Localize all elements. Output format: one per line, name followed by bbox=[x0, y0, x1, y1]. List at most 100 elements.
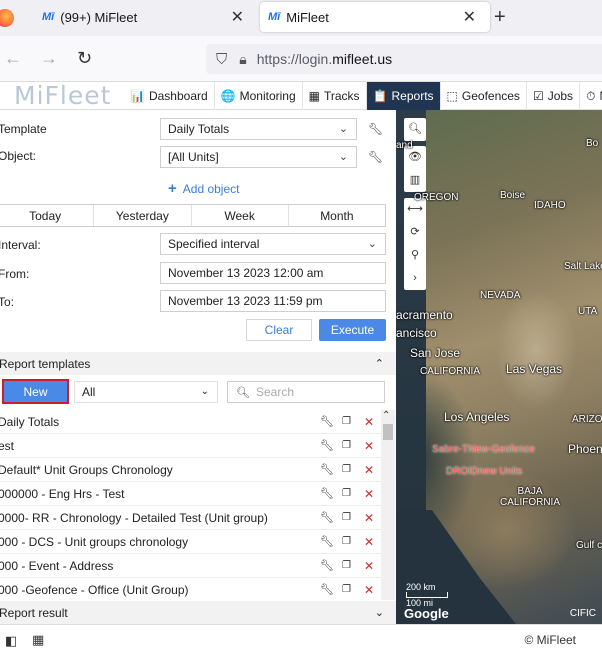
geofence-label[interactable]: Sabre-TNew-Geofence bbox=[432, 444, 535, 455]
wrench-icon[interactable]: 🔧︎ bbox=[368, 150, 383, 164]
firefox-logo-icon[interactable] bbox=[0, 9, 14, 27]
menu-dashboard[interactable]: 📊 Dashboard bbox=[124, 82, 215, 110]
menu-geofences[interactable]: ⬚ Geofences bbox=[441, 82, 527, 110]
shield-icon[interactable]: ⛉ bbox=[216, 51, 227, 68]
object-label: Object: bbox=[0, 149, 37, 163]
template-search-input[interactable]: 🔍︎ Search bbox=[227, 381, 385, 403]
list-item[interactable]: 000 - Event - Address 🔧︎ ❐ ✕ bbox=[0, 554, 381, 578]
copy-icon[interactable]: ❐ bbox=[342, 464, 351, 475]
execute-button[interactable]: Execute bbox=[319, 319, 386, 341]
main-menu: 📊 Dashboard 🌐 Monitoring ▦ Tracks 📋 Reports … bbox=[124, 82, 602, 110]
delete-icon[interactable]: ✕ bbox=[364, 511, 374, 525]
route-icon[interactable]: ⟳ bbox=[404, 221, 426, 244]
template-list: Daily Totals 🔧︎ ❐ ✕ est 🔧︎ ❐ ✕ Default* … bbox=[0, 410, 396, 600]
template-select[interactable]: Daily Totals ⌄ bbox=[160, 118, 357, 140]
list-item[interactable]: 0000- RR - Chronology - Detailed Test (U… bbox=[0, 506, 381, 530]
wrench-icon[interactable]: 🔧︎ bbox=[320, 559, 334, 572]
back-arrow-icon[interactable]: ← bbox=[4, 48, 22, 69]
delete-icon[interactable]: ✕ bbox=[364, 487, 374, 501]
report-result-header[interactable]: Report result ⌄ bbox=[0, 601, 396, 624]
brand-logo[interactable]: MiFleet bbox=[14, 82, 111, 110]
map-label: Salt Lake bbox=[564, 261, 602, 272]
scroll-thumb[interactable] bbox=[383, 424, 393, 440]
reload-icon[interactable]: ↻ bbox=[77, 48, 92, 69]
clear-button[interactable]: Clear bbox=[246, 319, 312, 341]
map-scale: 200 km 100 mi bbox=[406, 582, 448, 608]
wrench-icon[interactable]: 🔧︎ bbox=[320, 463, 334, 476]
menu-notifications[interactable]: ⏱No bbox=[580, 82, 602, 110]
forward-arrow-icon[interactable]: → bbox=[40, 48, 58, 69]
wrench-icon[interactable]: 🔧︎ bbox=[320, 487, 334, 500]
copy-icon[interactable]: ❐ bbox=[342, 584, 351, 595]
url-bar[interactable]: ⛉ 🔒︎ https://login.mifleet.us bbox=[206, 44, 602, 74]
map-label: OREGON bbox=[414, 192, 459, 203]
wrench-icon[interactable]: 🔧︎ bbox=[320, 511, 334, 524]
to-label: To: bbox=[0, 295, 15, 309]
delete-icon[interactable]: ✕ bbox=[364, 535, 374, 549]
list-item[interactable]: Default* Unit Groups Chronology 🔧︎ ❐ ✕ bbox=[0, 458, 381, 482]
delete-icon[interactable]: ✕ bbox=[364, 415, 374, 429]
delete-icon[interactable]: ✕ bbox=[364, 439, 374, 453]
lock-icon[interactable]: 🔒︎ bbox=[239, 51, 246, 68]
grid-icon[interactable]: ▦ bbox=[32, 632, 44, 648]
menu-tracks[interactable]: ▦ Tracks bbox=[303, 82, 367, 110]
list-item[interactable]: 000 - DCS - Unit groups chronology 🔧︎ ❐ … bbox=[0, 530, 381, 554]
browser-tab-2[interactable]: Mī MiFleet ✕ bbox=[260, 2, 490, 32]
interval-select[interactable]: Specified interval ⌄ bbox=[160, 233, 386, 255]
menu-jobs[interactable]: ☑ Jobs bbox=[527, 82, 581, 110]
list-item[interactable]: 000 -Geofence - Office (Unit Group) 🔧︎ ❐… bbox=[0, 578, 381, 600]
copy-icon[interactable]: ❐ bbox=[342, 440, 351, 451]
menu-reports[interactable]: 📋 Reports bbox=[366, 82, 441, 110]
footer-copyright: © MiFleet bbox=[524, 633, 576, 647]
from-date-input[interactable]: November 13 2023 12:00 am bbox=[160, 262, 386, 284]
to-date-input[interactable]: November 13 2023 11:59 pm bbox=[160, 290, 386, 312]
copy-icon[interactable]: ❐ bbox=[342, 416, 351, 427]
geofence-label[interactable]: DROIDnew Units bbox=[446, 466, 522, 477]
map-label: Bo bbox=[586, 138, 599, 149]
delete-icon[interactable]: ✕ bbox=[364, 559, 374, 573]
pins-icon[interactable]: ⚲ bbox=[404, 244, 426, 267]
period-week[interactable]: Week bbox=[192, 205, 289, 226]
list-item[interactable]: 000000 - Eng Hrs - Test 🔧︎ ❐ ✕ bbox=[0, 482, 381, 506]
period-today[interactable]: Today bbox=[0, 205, 95, 226]
map-search-control[interactable]: 🔍︎ bbox=[404, 118, 426, 141]
map-label: Boise bbox=[500, 190, 526, 201]
copy-icon[interactable]: ❐ bbox=[342, 536, 351, 547]
browser-tab-1[interactable]: Mī (99+) MiFleet ✕ bbox=[28, 0, 258, 34]
template-list-scrollbar[interactable]: ⌃ bbox=[381, 410, 395, 600]
wrench-icon[interactable]: 🔧︎ bbox=[368, 122, 383, 136]
delete-icon[interactable]: ✕ bbox=[364, 583, 374, 597]
map-label: UTA bbox=[578, 306, 598, 317]
period-yesterday[interactable]: Yesterday bbox=[94, 205, 192, 226]
template-label: Template bbox=[0, 122, 47, 136]
report-templates-header[interactable]: Report templates ⌃ bbox=[0, 352, 396, 375]
template-filter-select[interactable]: All ⌄ bbox=[74, 381, 218, 403]
list-item[interactable]: est 🔧︎ ❐ ✕ bbox=[0, 434, 381, 458]
copy-icon[interactable]: ❐ bbox=[342, 488, 351, 499]
chevron-right-icon[interactable]: › bbox=[404, 267, 426, 290]
new-tab-button[interactable]: + bbox=[494, 6, 506, 29]
copy-icon[interactable]: ❐ bbox=[342, 560, 351, 571]
delete-icon[interactable]: ✕ bbox=[364, 463, 374, 477]
scroll-up-icon[interactable]: ⌃ bbox=[382, 410, 390, 421]
object-select[interactable]: [All Units] ⌄ bbox=[160, 146, 357, 168]
wrench-icon[interactable]: 🔧︎ bbox=[320, 535, 334, 548]
period-month[interactable]: Month bbox=[289, 205, 385, 226]
wrench-icon[interactable]: 🔧︎ bbox=[320, 583, 334, 596]
panel-toggle-icon[interactable]: ◧ bbox=[5, 633, 17, 649]
geofences-icon: ⬚ bbox=[446, 89, 458, 103]
copy-icon[interactable]: ❐ bbox=[342, 512, 351, 523]
list-item[interactable]: Daily Totals 🔧︎ ❐ ✕ bbox=[0, 410, 381, 434]
close-tab-icon[interactable]: ✕ bbox=[231, 7, 244, 27]
chevron-down-icon: ⌄ bbox=[367, 238, 377, 250]
layers-icon[interactable]: ▥ bbox=[404, 169, 426, 192]
menu-monitoring[interactable]: 🌐 Monitoring bbox=[215, 82, 303, 110]
map-label: and bbox=[396, 140, 413, 151]
satellite-map[interactable]: 🔍︎ 👁︎ ▥ ⟷ ⟳ ⚲ › and Bo OREGON Boise IDAH… bbox=[396, 110, 602, 624]
add-object-link[interactable]: + Add object bbox=[168, 180, 239, 197]
search-icon[interactable]: 🔍︎ bbox=[404, 118, 426, 141]
wrench-icon[interactable]: 🔧︎ bbox=[320, 439, 334, 452]
new-template-button[interactable]: New bbox=[2, 379, 69, 404]
wrench-icon[interactable]: 🔧︎ bbox=[320, 415, 334, 428]
close-tab-icon[interactable]: ✕ bbox=[463, 7, 476, 27]
